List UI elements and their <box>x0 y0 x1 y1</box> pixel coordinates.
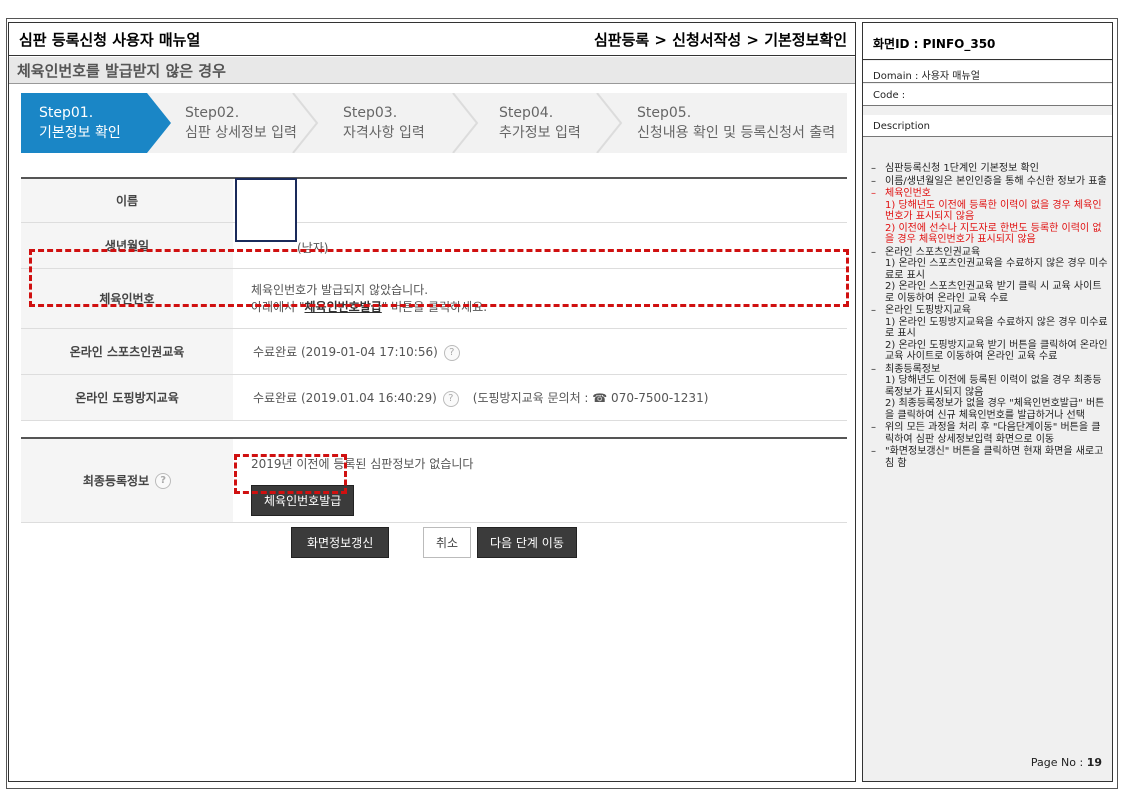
description-item: – 이름/생년월일은 본인인증을 통해 수신한 정보가 표출 <box>869 176 1109 188</box>
description-text: 이름/생년월일은 본인인증을 통해 수신한 정보가 표출 <box>885 175 1107 187</box>
description-text: 체육인번호 1) 당해년도 이전에 등록한 이력이 없을 경우 체육인번호가 표… <box>885 188 1102 245</box>
photo-placeholder <box>235 178 297 242</box>
step-number: Step03. <box>343 105 398 121</box>
breadcrumb: 심판등록 > 신청서작성 > 기본정보확인 <box>593 31 847 49</box>
info-header: 화면ID : PINFO_350 <box>863 23 1112 60</box>
bullet-dash: – <box>871 188 876 199</box>
human-rights-value-wrap: 수료완료 (2019-01-04 17:10:56)? <box>253 343 460 361</box>
help-icon[interactable]: ? <box>155 472 172 489</box>
bullet-dash: – <box>871 446 876 457</box>
sub-title-bar: 체육인번호를 발급받지 않은 경우 <box>9 57 855 84</box>
step-label: 신청내용 확인 및 등록신청서 출력 <box>637 125 836 141</box>
help-icon[interactable]: ? <box>442 390 459 407</box>
last-registration-table: 최종등록정보? 2019년 이전에 등록된 심판정보가 없습니다 체육인번호발급 <box>21 437 847 523</box>
page-label: Page No : <box>1030 756 1087 769</box>
step-number: Step04. <box>499 105 554 121</box>
code-line: Code : <box>863 84 1112 106</box>
description-list: – 심판등록신청 1단계인 기본정보 확인 – 이름/생년월일은 본인인증을 통해 수… <box>869 163 1109 470</box>
doping-value: 수료완료 (2019.01.04 16:40:29) <box>253 391 437 405</box>
description-header: Description <box>863 115 1112 137</box>
step-1: Step01. 기본정보 확인 <box>39 93 121 153</box>
description-text: "화면정보갱신" 버튼을 클릭하면 현재 화면을 새로고침 함 <box>885 446 1104 469</box>
step-number: Step02. <box>185 105 240 121</box>
help-icon[interactable]: ? <box>443 344 460 361</box>
bullet-dash: – <box>871 422 876 433</box>
sub-title: 체육인번호를 발급받지 않은 경우 <box>17 62 226 80</box>
step-2: Step02. 심판 상세정보 입력 <box>185 93 297 153</box>
row-human-rights: 온라인 스포츠인권교육 수료완료 (2019-01-04 17:10:56)? <box>21 329 847 375</box>
description-item: – 최종등록정보 1) 당해년도 이전에 등록된 이력이 없을 경우 최종등록정보… <box>869 364 1109 422</box>
row-last-reg: 최종등록정보? 2019년 이전에 등록된 심판정보가 없습니다 체육인번호발급 <box>21 439 847 523</box>
row-name: 이름 <box>21 179 847 223</box>
description-text: 위의 모든 과정을 처리 후 "다음단계이동" 버튼을 클릭하여 심판 상세정보… <box>885 422 1101 445</box>
step-label: 심판 상세정보 입력 <box>185 125 297 141</box>
next-button-wrap: 다음 단계 이동 <box>477 527 577 558</box>
main-panel: 심판 등록신청 사용자 매뉴얼 심판등록 > 신청서작성 > 기본정보확인 체육… <box>8 22 856 782</box>
cancel-button-wrap: 취소 <box>423 527 472 558</box>
step-3: Step03. 자격사항 입력 <box>343 93 425 153</box>
description-item: – 온라인 스포츠인권교육 1) 온라인 스포츠인권교육을 수료하지 않은 경우 … <box>869 247 1109 305</box>
bullet-dash: – <box>871 246 876 258</box>
basic-info-table: 이름 생년월일 (남자) 체육인번호 체육인번호가 발급되지 않았습니다. 아래… <box>21 177 847 421</box>
step-divider-icon <box>596 93 623 153</box>
description-item: – 위의 모든 과정을 처리 후 "다음단계이동" 버튼을 클릭하여 심판 상세정… <box>869 422 1109 445</box>
highlight-issue-button <box>234 454 347 494</box>
step-5: Step05. 신청내용 확인 및 등록신청서 출력 <box>637 93 835 153</box>
refresh-button[interactable]: 화면정보갱신 <box>291 527 390 558</box>
description-text: 최종등록정보 1) 당해년도 이전에 등록된 이력이 없을 경우 최종등록정보가… <box>885 363 1105 421</box>
step-label: 자격사항 입력 <box>343 125 425 141</box>
human-rights-value: 수료완료 (2019-01-04 17:10:56) <box>253 345 438 359</box>
doc-title: 심판 등록신청 사용자 매뉴얼 <box>19 31 201 49</box>
description-text: 심판등록신청 1단계인 기본정보 확인 <box>885 163 1039 174</box>
bullet-dash: – <box>871 363 876 375</box>
info-panel: 화면ID : PINFO_350 Domain : 사용자 매뉴얼 Code :… <box>862 22 1113 782</box>
bullet-dash: – <box>871 175 876 187</box>
description-item: – 온라인 도핑방지교육 1) 온라인 도핑방지교육을 수료하지 않은 경우 미수… <box>869 305 1109 363</box>
description-text: 온라인 도핑방지교육 1) 온라인 도핑방지교육을 수료하지 않은 경우 미수료… <box>885 305 1108 362</box>
header-bar: 심판 등록신청 사용자 매뉴얼 심판등록 > 신청서작성 > 기본정보확인 <box>9 23 855 56</box>
step-active-arrow <box>147 93 171 153</box>
description-item: – "화면정보갱신" 버튼을 클릭하면 현재 화면을 새로고침 함 <box>869 446 1109 469</box>
bullet-dash: – <box>871 163 876 174</box>
row-doping: 온라인 도핑방지교육 수료완료 (2019.01.04 16:40:29)? (도… <box>21 375 847 421</box>
step-label: 기본정보 확인 <box>39 125 121 141</box>
screen-id: 화면ID : PINFO_350 <box>873 37 996 51</box>
step-number: Step01. <box>39 105 94 121</box>
bullet-dash: – <box>871 305 876 316</box>
step-4: Step04. 추가정보 입력 <box>499 93 581 153</box>
last-reg-label-wrap: 최종등록정보? <box>21 439 233 522</box>
last-reg-label: 최종등록정보 <box>82 474 150 488</box>
cancel-button[interactable]: 취소 <box>423 527 472 558</box>
doping-contact: (도핑방지교육 문의처 : ☎ 070-7500-1231) <box>472 391 709 405</box>
next-step-button[interactable]: 다음 단계 이동 <box>477 527 577 558</box>
step-bar: Step01. 기본정보 확인 Step02. 심판 상세정보 입력 Step0… <box>21 93 847 153</box>
domain-line: Domain : 사용자 매뉴얼 <box>863 61 1112 83</box>
name-label: 이름 <box>21 179 233 222</box>
human-rights-label: 온라인 스포츠인권교육 <box>21 329 233 374</box>
step-number: Step05. <box>637 105 692 121</box>
description-text: 온라인 스포츠인권교육 1) 온라인 스포츠인권교육을 수료하지 않은 경우 미… <box>885 246 1108 304</box>
doping-value-wrap: 수료완료 (2019.01.04 16:40:29)? (도핑방지교육 문의처 :… <box>253 389 708 407</box>
description-item: – 체육인번호 1) 당해년도 이전에 등록한 이력이 없을 경우 체육인번호가 … <box>869 188 1109 246</box>
doping-label: 온라인 도핑방지교육 <box>21 375 233 420</box>
step-divider-icon <box>452 93 479 153</box>
description-item: – 심판등록신청 1단계인 기본정보 확인 <box>869 163 1109 175</box>
refresh-button-wrap: 화면정보갱신 <box>291 527 390 558</box>
page-number: Page No : 19 <box>1031 756 1102 769</box>
page-num: 19 <box>1086 756 1102 769</box>
step-label: 추가정보 입력 <box>499 125 581 141</box>
highlight-sports-id <box>29 249 849 307</box>
